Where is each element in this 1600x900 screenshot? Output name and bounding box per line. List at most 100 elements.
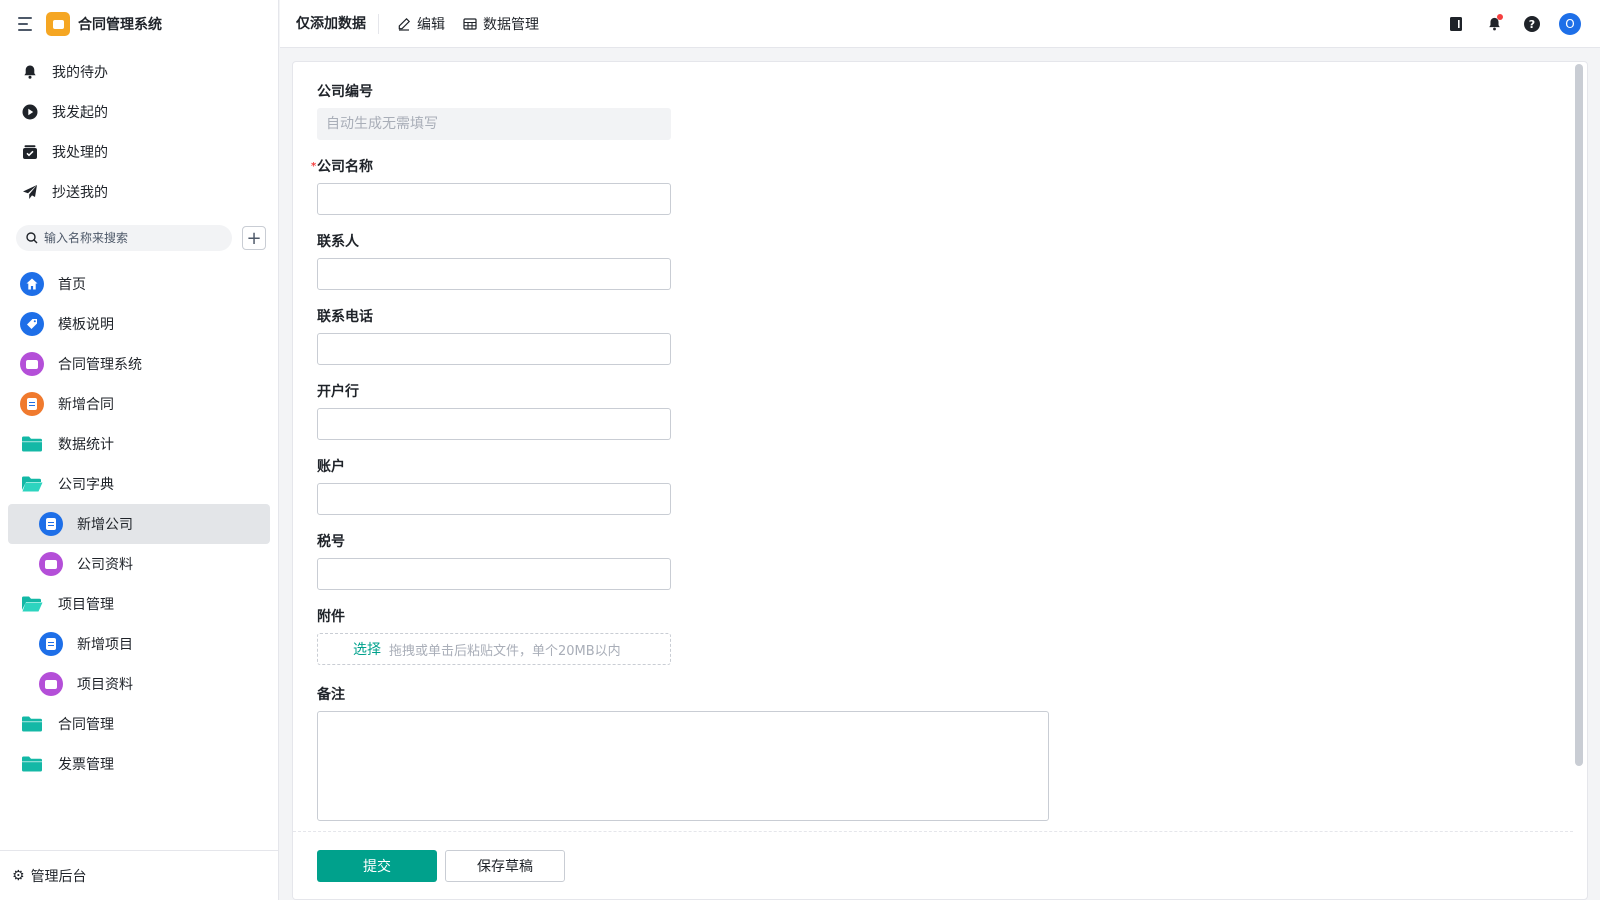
sidebar-item-label: 首页	[58, 277, 86, 293]
dashboard-icon	[20, 352, 44, 376]
attachment-dropzone[interactable]: 选择 拖拽或单击后粘贴文件，单个20MB以内	[317, 633, 671, 665]
sidebar-item-new-project[interactable]: 新增项目	[8, 624, 270, 664]
search-box	[16, 225, 232, 251]
field-label: 税号	[317, 534, 345, 550]
home-icon	[20, 272, 44, 296]
quick-item-cc[interactable]: 抄送我的	[0, 172, 278, 212]
send-icon	[22, 184, 38, 200]
table-icon	[463, 17, 477, 31]
sidebar-item-label: 新增公司	[77, 517, 133, 533]
folder-icon	[20, 712, 44, 736]
folder-icon	[20, 432, 44, 456]
field-label-wrap: * 公司名称	[311, 159, 1587, 175]
admin-console-link[interactable]: ⚙ 管理后台	[0, 850, 279, 900]
menu-toggle-icon[interactable]	[18, 17, 34, 31]
field-bank: 开户行	[317, 384, 1587, 440]
save-draft-button[interactable]: 保存草稿	[445, 849, 565, 882]
sidebar-item-label: 项目管理	[58, 597, 114, 613]
sidebar-item-company-dict[interactable]: 公司字典	[8, 464, 270, 504]
field-phone: 联系电话	[317, 309, 1587, 365]
folder-open-icon	[20, 592, 44, 616]
account-input[interactable]	[317, 483, 671, 515]
sidebar-item-label: 新增合同	[58, 397, 114, 413]
choose-file-link[interactable]: 选择	[353, 639, 381, 659]
search-input[interactable]	[44, 231, 214, 245]
sidebar-item-contract-mgmt[interactable]: 合同管理	[8, 704, 270, 744]
sidebar-item-home[interactable]: 首页	[8, 264, 270, 304]
quick-menu: 我的待办 我发起的 我处理的 抄送我的	[0, 48, 278, 212]
sidebar-item-new-company[interactable]: 新增公司	[8, 504, 270, 544]
unread-dot	[1497, 14, 1503, 20]
sidebar-nav: 首页 模板说明 合同管理系统 新增合同 数据统计 公司字典 新增公司 公司资料 …	[0, 264, 278, 784]
edit-button[interactable]: 编辑	[397, 14, 445, 34]
add-page-button[interactable]: +	[242, 226, 266, 250]
app-logo-icon	[46, 12, 70, 36]
help-icon[interactable]: ?	[1520, 12, 1544, 36]
form-icon	[39, 632, 63, 656]
upload-hint: 拖拽或单击后粘贴文件，单个20MB以内	[389, 643, 621, 659]
form-icon	[20, 392, 44, 416]
form-actions: 提交 保存草稿	[293, 831, 1573, 899]
field-label: 联系电话	[317, 309, 373, 325]
sidebar-item-template-guide[interactable]: 模板说明	[8, 304, 270, 344]
tax-no-input[interactable]	[317, 558, 671, 590]
topbar-actions: ? O	[1430, 12, 1582, 36]
sidebar-item-label: 新增项目	[77, 637, 133, 653]
pencil-icon	[397, 17, 411, 31]
sidebar-item-label: 公司字典	[58, 477, 114, 493]
phone-input[interactable]	[317, 333, 671, 365]
sidebar-item-company-info[interactable]: 公司资料	[8, 544, 270, 584]
quick-item-label: 我处理的	[52, 145, 108, 161]
field-company-name: * 公司名称	[311, 159, 1587, 215]
scrollbar[interactable]	[1575, 64, 1583, 766]
form-icon	[39, 512, 63, 536]
required-mark: *	[311, 161, 317, 172]
field-label: 联系人	[317, 234, 359, 250]
topbar: 仅添加数据 编辑 数据管理 ? O	[280, 0, 1600, 48]
sidebar-item-label: 合同管理	[58, 717, 114, 733]
quick-item-label: 我的待办	[52, 65, 108, 81]
contact-input[interactable]	[317, 258, 671, 290]
company-name-input[interactable]	[317, 183, 671, 215]
field-label: 公司编号	[317, 84, 373, 100]
sidebar: 合同管理系统 我的待办 我发起的 我处理的 抄送我的 输入名称来搜索 + 首页 …	[0, 0, 279, 900]
notebook-icon[interactable]	[1444, 12, 1468, 36]
folder-open-icon	[20, 472, 44, 496]
sidebar-item-project-info[interactable]: 项目资料	[8, 664, 270, 704]
sidebar-header: 合同管理系统	[0, 0, 278, 48]
edit-label: 编辑	[417, 16, 445, 33]
app-title: 合同管理系统	[78, 17, 162, 33]
sidebar-item-invoice-mgmt[interactable]: 发票管理	[8, 744, 270, 784]
new-company-form: 公司编号 *公司名称 联系人 联系电话 开户行 账户 税号 附件	[293, 62, 1587, 825]
field-company-no: 公司编号	[317, 84, 1587, 140]
data-management-button[interactable]: 数据管理	[463, 14, 539, 34]
quick-item-label: 我发起的	[52, 105, 108, 121]
data-management-label: 数据管理	[483, 16, 539, 33]
remark-textarea[interactable]	[317, 711, 1049, 821]
submit-button[interactable]: 提交	[317, 849, 437, 882]
quick-item-initiated[interactable]: 我发起的	[0, 92, 278, 132]
sidebar-item-contract-system[interactable]: 合同管理系统	[8, 344, 270, 384]
quick-item-todo[interactable]: 我的待办	[0, 52, 278, 92]
avatar-letter: O	[1559, 13, 1581, 35]
notification-bell-icon[interactable]	[1482, 12, 1506, 36]
user-avatar[interactable]: O	[1558, 12, 1582, 36]
sidebar-item-label: 发票管理	[58, 757, 114, 773]
field-label: 附件	[317, 609, 345, 625]
field-account: 账户	[317, 459, 1587, 515]
field-tax-no: 税号	[317, 534, 1587, 590]
bank-input[interactable]	[317, 408, 671, 440]
field-attachment: 附件 选择 拖拽或单击后粘贴文件，单个20MB以内	[317, 609, 1587, 665]
sidebar-item-statistics[interactable]: 数据统计	[8, 424, 270, 464]
folder-icon	[20, 752, 44, 776]
search-icon	[26, 232, 38, 244]
gear-icon: ⚙	[12, 867, 25, 884]
field-label: 备注	[317, 687, 345, 703]
quick-item-handled[interactable]: 我处理的	[0, 132, 278, 172]
sidebar-item-new-contract[interactable]: 新增合同	[8, 384, 270, 424]
sidebar-item-project-mgmt[interactable]: 项目管理	[8, 584, 270, 624]
dashboard-icon	[39, 552, 63, 576]
field-remark: 备注	[317, 687, 1587, 825]
plus-icon: +	[246, 227, 262, 249]
check-box-icon	[22, 144, 38, 160]
